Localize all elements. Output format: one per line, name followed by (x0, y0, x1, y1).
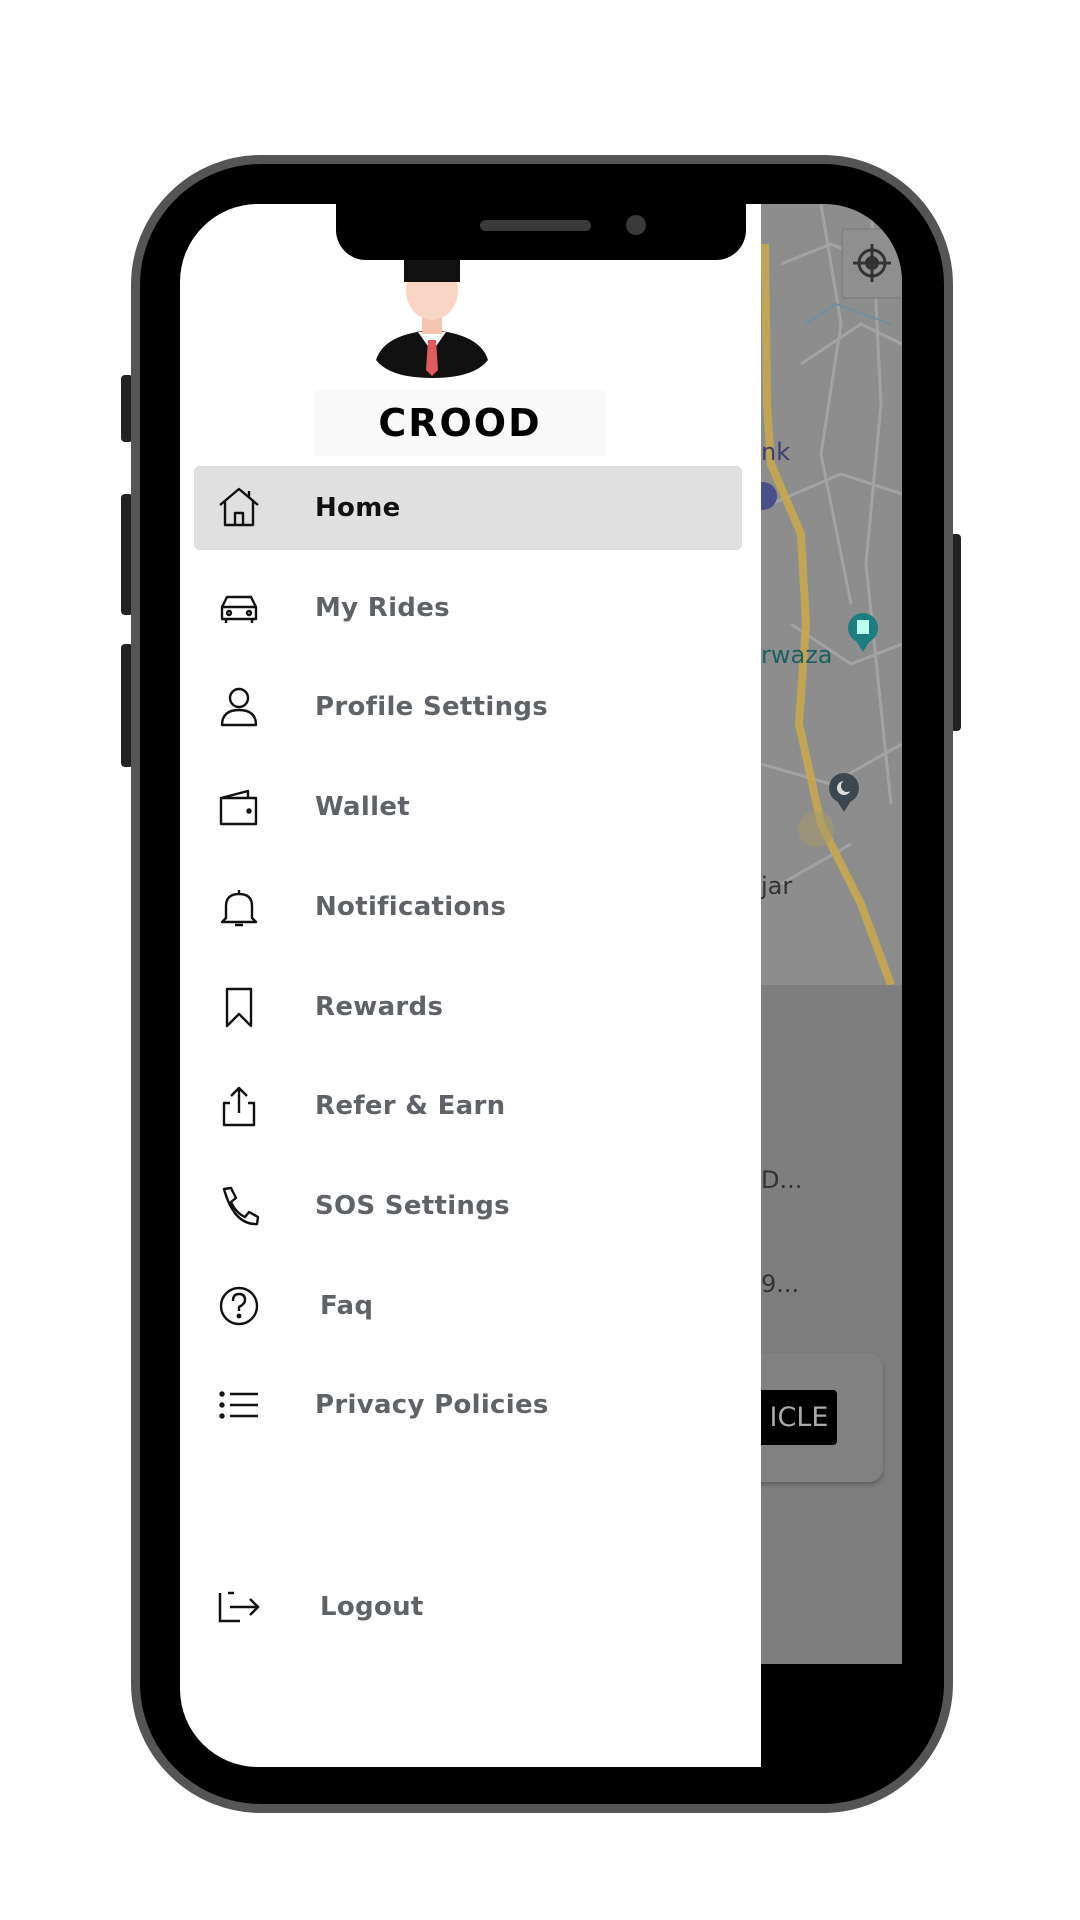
dimmed-background[interactable]: nk rwaza jar D... 9... ICLE (761, 204, 902, 1664)
menu-label: Privacy Policies (315, 1390, 549, 1421)
profile-name: CROOD (378, 401, 542, 445)
map-label: nk (761, 438, 791, 466)
button-label: ICLE (769, 1402, 829, 1433)
menu-label: My Rides (315, 592, 450, 623)
bookmark-icon (216, 984, 262, 1030)
navigation-drawer: CROOD Home My Rides Profile Settings Wallet… (180, 204, 761, 1767)
menu-item-my-rides[interactable]: My Rides (194, 566, 742, 650)
place-text: D... (761, 1166, 803, 1194)
phone-icon (216, 1183, 262, 1229)
bank-pin-icon (761, 482, 777, 510)
map: nk rwaza jar (761, 204, 902, 987)
menu-item-refer-earn[interactable]: Refer & Earn (194, 1064, 742, 1148)
user-icon (216, 684, 262, 730)
map-roads (761, 204, 902, 987)
menu-label: Rewards (315, 991, 444, 1022)
bell-icon (216, 884, 262, 930)
menu-label: Profile Settings (315, 692, 549, 723)
phone-screen: nk rwaza jar D... 9... ICLE CROOD Home My… (180, 204, 902, 1767)
speaker (480, 220, 591, 231)
menu-item-faq[interactable]: Faq (194, 1264, 742, 1348)
map-label: jar (761, 872, 793, 900)
menu-item-profile-settings[interactable]: Profile Settings (194, 665, 742, 749)
menu-item-rewards[interactable]: Rewards (194, 965, 742, 1049)
menu-label: Wallet (315, 792, 410, 823)
wallet-icon (216, 784, 262, 830)
notch (336, 204, 746, 260)
avatar[interactable] (374, 260, 490, 380)
menu-item-wallet[interactable]: Wallet (194, 765, 742, 849)
menu-item-notifications[interactable]: Notifications (194, 865, 742, 949)
help-circle-icon (216, 1283, 262, 1329)
mosque-pin-icon (829, 773, 859, 812)
menu-item-home[interactable]: Home (194, 466, 742, 550)
place-text: 9... (761, 1270, 800, 1298)
logout-button[interactable]: Logout (194, 1565, 742, 1649)
map-label: rwaza (761, 641, 833, 669)
share-icon (216, 1083, 262, 1129)
logout-icon (216, 1584, 262, 1630)
menu-label: Home (315, 493, 401, 523)
menu-label: Logout (320, 1592, 424, 1622)
list-icon (216, 1382, 262, 1428)
car-icon (216, 585, 262, 631)
front-camera (626, 215, 646, 235)
menu-item-privacy-policies[interactable]: Privacy Policies (194, 1363, 742, 1447)
menu-label: SOS Settings (315, 1190, 510, 1221)
profile-name-box: CROOD (314, 390, 606, 456)
menu-item-sos-settings[interactable]: SOS Settings (194, 1164, 742, 1248)
select-vehicle-button[interactable]: ICLE (761, 1390, 837, 1445)
menu-label: Notifications (315, 891, 507, 922)
home-icon (216, 485, 262, 531)
menu-label: Refer & Earn (315, 1091, 506, 1122)
menu-label: Faq (320, 1290, 374, 1321)
